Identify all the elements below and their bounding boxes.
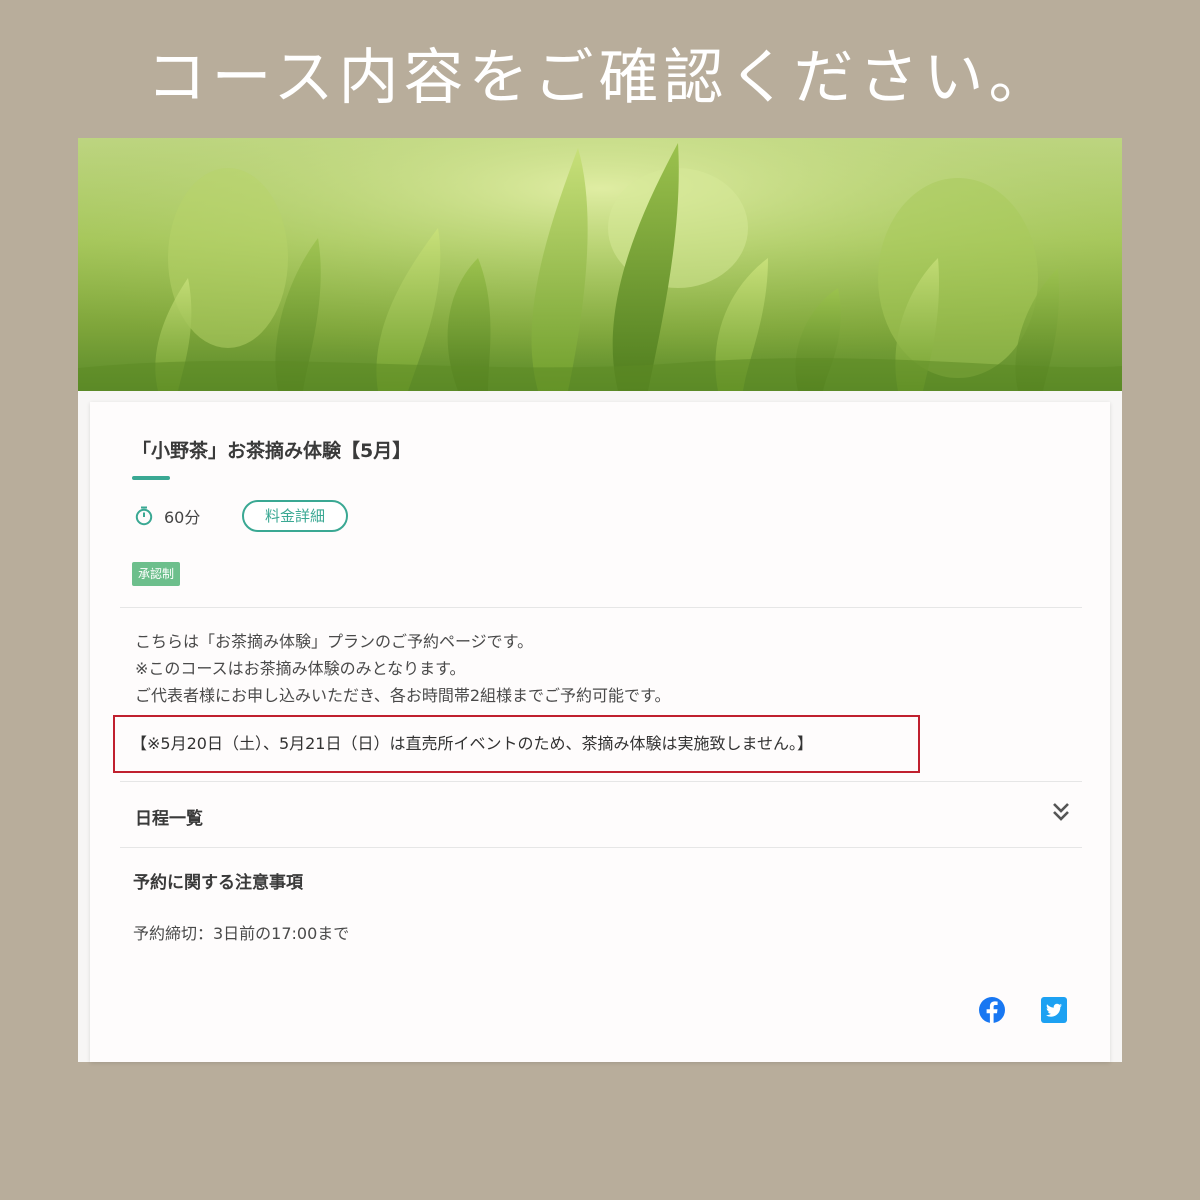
duration-value: 60分 [164, 508, 201, 527]
tea-leaves-hero-image [78, 138, 1122, 391]
facebook-icon[interactable] [978, 996, 1006, 1024]
description-line: ※このコースはお茶摘み体験のみとなります。 [135, 659, 466, 678]
approval-required-badge: 承認制 [132, 562, 181, 586]
event-notice-box: 【※5月20日（土）、5月21日（日）は直売所イベントのため、茶摘み体験は実施致… [113, 715, 920, 773]
divider [120, 607, 1082, 608]
reservation-deadline: 予約締切：3日前の17:00まで [133, 924, 350, 943]
divider [120, 847, 1082, 848]
course-title: 「小野茶」お茶摘み体験【5月】 [132, 440, 412, 462]
timer-icon [135, 506, 153, 526]
course-card: 「小野茶」お茶摘み体験【5月】 60分 料金詳細 承認制 こちらは「お茶摘み体験… [90, 402, 1110, 1062]
course-frame: 「小野茶」お茶摘み体験【5月】 60分 料金詳細 承認制 こちらは「お茶摘み体験… [78, 138, 1122, 1062]
schedule-accordion[interactable]: 日程一覧 [120, 782, 1082, 848]
course-duration: 60分 [134, 502, 200, 530]
page-headline: コース内容をご確認ください。 [146, 43, 1054, 113]
description-line: ご代表者様にお申し込みいただき、各お時間帯2組様までご予約可能です。 [135, 686, 671, 705]
title-underline [132, 476, 170, 480]
schedule-label: 日程一覧 [135, 809, 203, 829]
description-line: こちらは「お茶摘み体験」プランのご予約ページです。 [135, 632, 534, 651]
course-description: こちらは「お茶摘み体験」プランのご予約ページです。 ※このコースはお茶摘み体験の… [135, 628, 670, 709]
reservation-notes-title: 予約に関する注意事項 [133, 873, 303, 893]
chevron-double-down-icon[interactable] [1052, 801, 1070, 823]
price-details-button[interactable]: 料金詳細 [242, 500, 348, 532]
twitter-icon[interactable] [1040, 996, 1068, 1024]
